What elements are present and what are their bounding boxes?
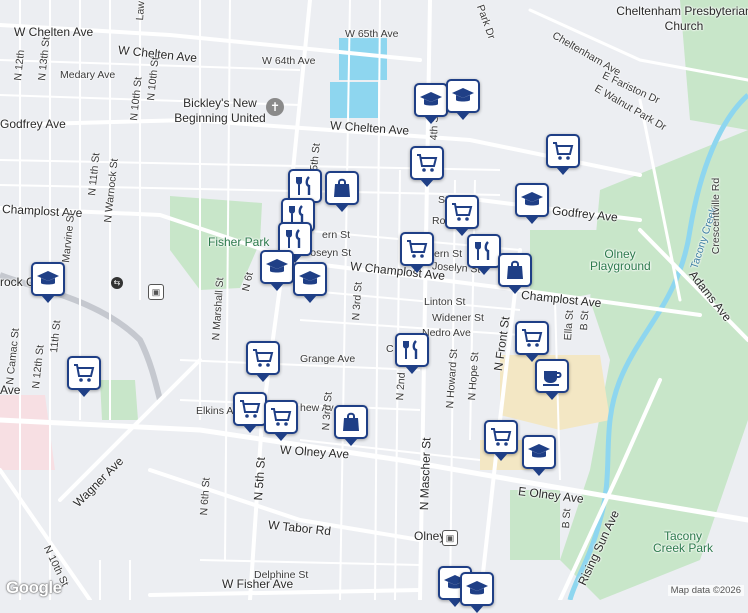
street-label: Medary Ave xyxy=(60,69,116,81)
grocery-cart-icon xyxy=(240,400,261,418)
street-label: Ella St xyxy=(562,309,577,341)
grocery-cart-icon xyxy=(407,240,428,258)
education-icon xyxy=(452,88,474,102)
shopping-bag-icon xyxy=(334,178,350,197)
bus-station-icon: ▣ xyxy=(148,284,164,300)
restaurant-icon xyxy=(296,176,311,195)
education-icon xyxy=(521,192,543,206)
restaurant-marker[interactable] xyxy=(467,234,501,275)
transit-icon: ⇆ xyxy=(111,277,123,289)
street-label: W 64th Ave xyxy=(262,55,316,67)
street-label: N 5th St xyxy=(251,456,268,501)
grocery-marker[interactable] xyxy=(67,356,101,397)
street-label: Law xyxy=(134,0,148,21)
street-label: B St xyxy=(578,310,592,331)
education-icon xyxy=(37,271,59,285)
street-label: Widener St xyxy=(432,312,484,324)
park-label: Fisher Park xyxy=(208,235,270,249)
coffee-cup-icon xyxy=(543,371,562,386)
street-label: W 65th Ave xyxy=(345,28,399,40)
education-icon xyxy=(420,92,442,106)
shopping-marker[interactable] xyxy=(334,405,368,446)
street-label: B St xyxy=(560,508,574,529)
shopping-marker[interactable] xyxy=(498,253,532,294)
shopping-bag-icon xyxy=(507,260,523,279)
grocery-marker[interactable] xyxy=(410,146,444,187)
education-marker[interactable] xyxy=(260,250,294,291)
grocery-cart-icon xyxy=(271,408,292,426)
street-label: ern St xyxy=(434,248,463,260)
street-label: Godfrey Ave xyxy=(0,117,66,131)
grocery-cart-icon xyxy=(522,329,543,347)
park-label: Olney Playground xyxy=(590,247,651,273)
education-marker[interactable] xyxy=(31,262,65,303)
education-icon xyxy=(528,444,550,458)
education-marker[interactable] xyxy=(414,83,448,124)
grocery-cart-icon xyxy=(417,154,438,172)
grocery-cart-icon xyxy=(553,142,574,160)
grocery-marker[interactable] xyxy=(546,134,580,175)
map-attribution[interactable]: Map data ©2026 xyxy=(667,585,744,596)
grocery-marker[interactable] xyxy=(233,392,267,433)
grocery-marker[interactable] xyxy=(484,420,518,461)
street-label: Linton St xyxy=(424,296,466,308)
place-label: Bickley's New Beginning United xyxy=(174,96,266,125)
street-label: N Mascher St xyxy=(417,437,434,511)
restaurant-icon xyxy=(475,241,490,260)
google-logo: Google xyxy=(6,578,62,597)
education-marker[interactable] xyxy=(460,572,494,613)
education-marker[interactable] xyxy=(293,262,327,303)
education-marker[interactable] xyxy=(515,183,549,224)
restaurant-icon xyxy=(403,340,418,359)
street-label: Crescentville Rd xyxy=(710,177,723,255)
restaurant-marker[interactable] xyxy=(395,333,429,374)
grocery-cart-icon xyxy=(491,428,512,446)
transit-icon: ▣ xyxy=(442,530,458,546)
grocery-marker[interactable] xyxy=(515,321,549,362)
education-icon xyxy=(266,259,288,273)
street-label: ern St xyxy=(322,229,351,241)
street-label: W Fisher Ave xyxy=(222,577,294,591)
church-icon: ✝ xyxy=(266,98,284,116)
park-label: Tacony Creek Park xyxy=(652,529,714,555)
shopping-bag-icon xyxy=(343,412,359,431)
grocery-cart-icon xyxy=(74,364,95,382)
grocery-cart-icon xyxy=(253,349,274,367)
cafe-marker[interactable] xyxy=(535,359,569,400)
street-label: Nedro Ave xyxy=(422,327,471,339)
reservoir-south xyxy=(330,82,378,118)
street-label: Ave xyxy=(0,383,21,397)
grocery-marker[interactable] xyxy=(445,195,479,236)
restaurant-icon xyxy=(286,229,301,248)
street-label: W Chelten Ave xyxy=(14,25,94,39)
street-label: N 2nd xyxy=(394,372,408,401)
street-label: Ro xyxy=(432,215,446,227)
grocery-marker[interactable] xyxy=(264,400,298,441)
education-icon xyxy=(466,581,488,595)
education-marker[interactable] xyxy=(522,435,556,476)
street-label: C xyxy=(386,343,394,355)
education-icon xyxy=(299,271,321,285)
street-label: Grange Ave xyxy=(300,353,356,365)
grocery-cart-icon xyxy=(452,203,473,221)
education-marker[interactable] xyxy=(446,79,480,120)
place-label: Cheltenham Presbyterian Church xyxy=(616,4,748,33)
transit-label: Olney xyxy=(414,529,446,543)
green-area-small xyxy=(100,380,138,420)
grocery-marker[interactable] xyxy=(246,341,280,382)
grocery-marker[interactable] xyxy=(400,232,434,273)
shopping-marker[interactable] xyxy=(325,171,359,212)
